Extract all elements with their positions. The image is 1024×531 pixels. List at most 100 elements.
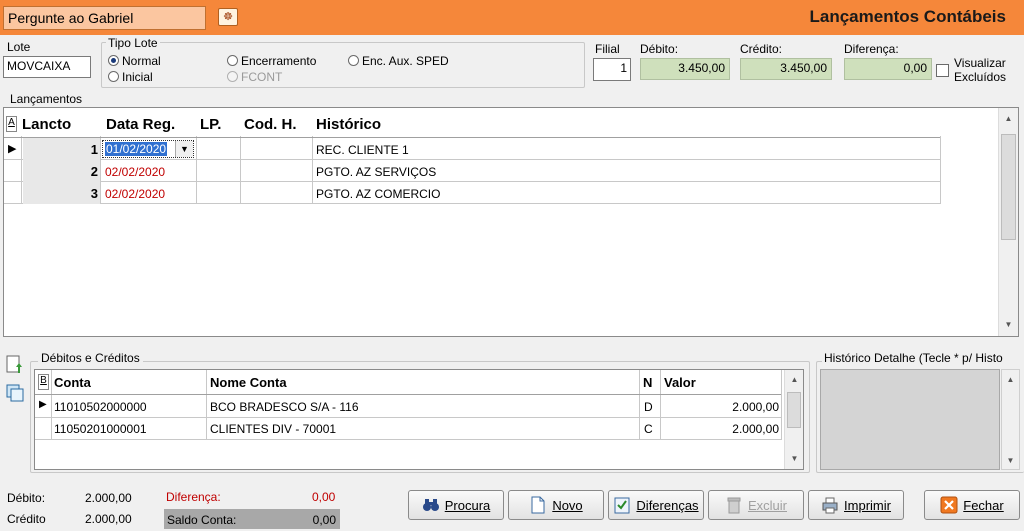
col-lancto[interactable]: Lancto <box>22 116 71 133</box>
radio-inicial-dot[interactable] <box>108 71 119 82</box>
copy-document-icon[interactable] <box>5 383 25 403</box>
col-valor[interactable]: Valor <box>664 375 696 390</box>
conta-cell[interactable]: 11050201000001 <box>54 422 147 436</box>
footer-debito-value: 2.000,00 <box>85 491 132 505</box>
diferencas-button[interactable]: Diferenças <box>608 490 704 520</box>
lancamentos-grid[interactable]: A Lancto Data Reg. LP. Cod. H. Histórico… <box>3 107 1019 337</box>
excluidos-text: Excluídos <box>954 70 1007 84</box>
trash-icon <box>725 496 743 514</box>
col-conta[interactable]: Conta <box>54 375 91 390</box>
lancto-cell[interactable]: 3 <box>24 186 98 201</box>
scroll-down-icon[interactable]: ▼ <box>1002 456 1019 465</box>
excluir-button[interactable]: Excluir <box>708 490 804 520</box>
lancto-cell[interactable]: 1 <box>24 142 98 157</box>
procura-label: Procura <box>444 497 491 513</box>
natureza-cell[interactable]: C <box>644 422 653 436</box>
saldo-conta-value: 0,00 <box>312 513 336 527</box>
scroll-up-icon[interactable]: ▲ <box>1000 114 1017 123</box>
debitos-grid[interactable]: B Conta Nome Conta N Valor ▶ 11010502000… <box>34 369 804 470</box>
procura-button[interactable]: Procura <box>408 490 504 520</box>
lote-label: Lote <box>7 40 31 54</box>
lancamentos-scrollbar[interactable]: ▲ ▼ <box>998 108 1018 336</box>
radio-encerramento-dot[interactable] <box>227 55 238 66</box>
new-document-icon <box>529 496 547 514</box>
fechar-button[interactable]: Fechar <box>924 490 1020 520</box>
visualizar-excluidos-checkbox[interactable] <box>936 64 949 77</box>
footer-credito-label: Crédito <box>7 512 46 526</box>
date-editor[interactable]: 01/02/2020 ▼ <box>102 140 194 158</box>
nome-conta-cell[interactable]: BCO BRADESCO S/A - 116 <box>210 400 359 414</box>
valor-cell[interactable]: 2.000,00 <box>663 422 779 436</box>
ask-gabriel-input[interactable]: Pergunte ao Gabriel <box>3 6 206 30</box>
radio-inicial[interactable]: Inicial <box>108 70 153 84</box>
lancto-cell[interactable]: 2 <box>24 164 98 179</box>
radio-fcont: FCONT <box>227 70 282 84</box>
scroll-down-icon[interactable]: ▼ <box>786 454 803 463</box>
radio-normal-dot[interactable] <box>108 55 119 66</box>
col-lp[interactable]: LP. <box>200 116 221 133</box>
scroll-up-icon[interactable]: ▲ <box>1002 375 1019 384</box>
checklist-icon <box>613 496 631 514</box>
saldo-conta-label: Saldo Conta: <box>167 513 237 527</box>
diferencas-label: Diferenças <box>636 497 699 513</box>
col-nome-conta[interactable]: Nome Conta <box>210 375 287 390</box>
col-data-reg[interactable]: Data Reg. <box>106 116 175 133</box>
historico-cell[interactable]: PGTO. AZ SERVIÇOS <box>316 165 436 179</box>
radio-fcont-label: FCONT <box>241 70 283 84</box>
imprimir-button[interactable]: Imprimir <box>808 490 904 520</box>
historico-detalhe-textarea[interactable] <box>820 369 1000 470</box>
radio-encerramento[interactable]: Encerramento <box>227 54 316 68</box>
add-document-icon[interactable] <box>5 355 25 375</box>
diferenca-total: 0,00 <box>844 58 932 80</box>
novo-button[interactable]: Novo <box>508 490 604 520</box>
scroll-down-icon[interactable]: ▼ <box>1000 320 1017 329</box>
historico-cell[interactable]: PGTO. AZ COMERCIO <box>316 187 440 201</box>
valor-cell[interactable]: 2.000,00 <box>663 400 779 414</box>
radio-enc-aux-sped[interactable]: Enc. Aux. SPED <box>348 54 449 68</box>
scroll-thumb[interactable] <box>1001 134 1016 240</box>
radio-inicial-label: Inicial <box>122 70 153 84</box>
footer-debito-label: Débito: <box>7 491 46 505</box>
sort-marker-a[interactable]: A <box>6 116 17 132</box>
col-n[interactable]: N <box>643 375 652 390</box>
debito-label: Débito: <box>640 42 679 56</box>
tipo-lote-label: Tipo Lote <box>106 36 160 50</box>
scroll-thumb[interactable] <box>787 392 801 428</box>
page-title: Lançamentos Contábeis <box>809 7 1007 26</box>
printer-icon <box>821 496 839 514</box>
visualizar-excluidos-label: Visualizar Excluídos <box>954 56 1006 84</box>
radio-enc-aux-sped-dot[interactable] <box>348 55 359 66</box>
excluir-label: Excluir <box>747 497 787 513</box>
chevron-down-icon[interactable]: ▼ <box>175 141 193 157</box>
debitos-creditos-label: Débitos e Créditos <box>38 351 143 365</box>
lote-input[interactable]: MOVCAIXA <box>3 56 91 78</box>
saldo-conta-box: Saldo Conta: 0,00 <box>164 509 340 529</box>
footer-diferenca-label: Diferença: <box>166 490 221 504</box>
footer-credito-value: 2.000,00 <box>85 512 132 526</box>
date-editor-value[interactable]: 01/02/2020 <box>105 142 168 156</box>
current-row-indicator: ▶ <box>39 399 47 410</box>
scroll-up-icon[interactable]: ▲ <box>786 375 803 384</box>
radio-encerramento-label: Encerramento <box>241 54 317 68</box>
filial-input[interactable]: 1 <box>593 58 631 81</box>
historico-detalhe-scrollbar[interactable]: ▲ ▼ <box>1001 369 1020 470</box>
natureza-cell[interactable]: D <box>644 400 653 414</box>
diferenca-label: Diferença: <box>844 42 899 56</box>
col-cod-h[interactable]: Cod. H. <box>244 116 297 133</box>
nome-conta-cell[interactable]: CLIENTES DIV - 70001 <box>210 422 336 436</box>
historico-cell[interactable]: REC. CLIENTE 1 <box>316 143 409 157</box>
conta-cell[interactable]: 11010502000000 <box>54 400 147 414</box>
credito-label: Crédito: <box>740 42 783 56</box>
radio-normal[interactable]: Normal <box>108 54 161 68</box>
debitos-scrollbar[interactable]: ▲ ▼ <box>784 370 803 469</box>
radio-enc-aux-sped-label: Enc. Aux. SPED <box>362 54 449 68</box>
fechar-label: Fechar <box>963 497 1004 513</box>
data-cell[interactable]: 02/02/2020 <box>105 165 165 179</box>
col-historico[interactable]: Histórico <box>316 116 381 133</box>
sort-marker-b[interactable]: B <box>38 374 49 390</box>
lancamentos-label: Lançamentos <box>10 92 83 106</box>
assistant-icon[interactable]: ☸ <box>218 8 238 26</box>
data-cell[interactable]: 02/02/2020 <box>105 187 165 201</box>
filial-label: Filial <box>595 42 620 56</box>
tipo-lote-group <box>101 42 585 88</box>
